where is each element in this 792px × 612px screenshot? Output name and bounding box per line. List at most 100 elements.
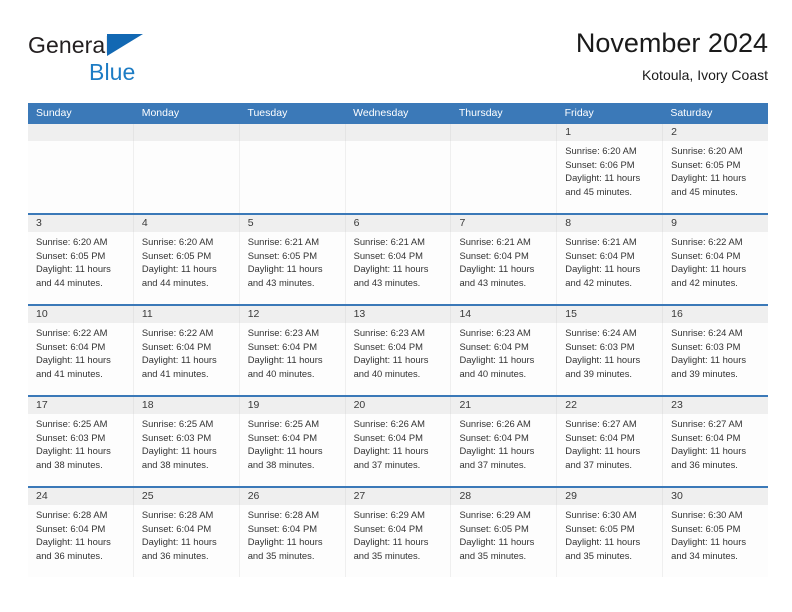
day-detail-line: Sunrise: 6:29 AM [459, 509, 531, 520]
day-number-empty [450, 124, 556, 141]
day-cell[interactable]: Sunrise: 6:20 AM Sunset: 6:06 PM Daylight:… [556, 141, 662, 213]
day-number[interactable]: 25 [132, 488, 239, 505]
day-detail-line: and 42 minutes. [565, 276, 633, 288]
day-detail-line: Sunrise: 6:27 AM [565, 418, 637, 429]
day-cell[interactable]: Sunrise: 6:20 AM Sunset: 6:05 PM Daylight:… [132, 232, 239, 304]
day-number[interactable]: 16 [662, 306, 768, 323]
page-header: General Blue November 2024 Kotoula, Ivor… [28, 26, 768, 98]
day-detail-line: Daylight: 11 hours [353, 263, 429, 275]
day-cell[interactable]: Sunrise: 6:22 AM Sunset: 6:04 PM Daylight:… [28, 323, 133, 395]
day-cell[interactable]: Sunrise: 6:28 AM Sunset: 6:04 PM Daylight:… [28, 505, 133, 577]
day-detail-line: and 43 minutes. [353, 276, 421, 288]
day-cell-empty [238, 141, 345, 213]
day-number[interactable]: 1 [556, 124, 662, 141]
day-number[interactable]: 22 [556, 397, 662, 414]
day-cell[interactable]: Sunrise: 6:21 AM Sunset: 6:04 PM Daylight:… [450, 232, 556, 304]
day-cell[interactable]: Sunrise: 6:24 AM Sunset: 6:03 PM Daylight:… [556, 323, 662, 395]
day-cell[interactable]: Sunrise: 6:23 AM Sunset: 6:04 PM Daylight:… [344, 323, 451, 395]
day-detail-line: and 44 minutes. [141, 276, 209, 288]
day-detail-line: and 41 minutes. [36, 367, 103, 379]
day-cell[interactable]: Sunrise: 6:29 AM Sunset: 6:04 PM Daylight:… [344, 505, 451, 577]
day-cell[interactable]: Sunrise: 6:25 AM Sunset: 6:03 PM Daylight:… [132, 414, 239, 486]
day-detail-line: Sunset: 6:04 PM [36, 522, 106, 534]
day-cell[interactable]: Sunrise: 6:22 AM Sunset: 6:04 PM Daylight:… [662, 232, 768, 304]
day-number[interactable]: 26 [238, 488, 345, 505]
day-number[interactable]: 13 [344, 306, 451, 323]
day-number[interactable]: 8 [556, 215, 662, 232]
day-cell[interactable]: Sunrise: 6:22 AM Sunset: 6:04 PM Daylight:… [132, 323, 239, 395]
day-detail-line: Sunrise: 6:25 AM [141, 418, 214, 429]
day-detail-line: Sunrise: 6:24 AM [671, 327, 743, 338]
day-detail-line: Sunrise: 6:23 AM [247, 327, 320, 338]
day-detail-line: Sunset: 6:04 PM [565, 431, 635, 443]
day-number[interactable]: 18 [132, 397, 239, 414]
day-number[interactable]: 14 [450, 306, 556, 323]
day-number[interactable]: 28 [450, 488, 556, 505]
day-detail-line: Sunrise: 6:22 AM [671, 236, 743, 247]
day-number[interactable]: 5 [238, 215, 345, 232]
day-number[interactable]: 9 [662, 215, 768, 232]
day-number[interactable]: 10 [28, 306, 133, 323]
day-number[interactable]: 12 [238, 306, 345, 323]
day-detail-line: Sunset: 6:04 PM [459, 249, 529, 261]
day-number[interactable]: 11 [132, 306, 239, 323]
day-cell[interactable]: Sunrise: 6:21 AM Sunset: 6:04 PM Daylight:… [344, 232, 451, 304]
day-detail-line: Sunrise: 6:23 AM [353, 327, 425, 338]
day-cell[interactable]: Sunrise: 6:30 AM Sunset: 6:05 PM Daylight:… [556, 505, 662, 577]
day-detail-line: Daylight: 11 hours [247, 445, 323, 457]
day-number[interactable]: 23 [662, 397, 768, 414]
day-detail-line: and 40 minutes. [247, 367, 315, 379]
dow-friday: Friday [564, 107, 594, 119]
day-cell[interactable]: Sunrise: 6:30 AM Sunset: 6:05 PM Daylight:… [662, 505, 768, 577]
day-number[interactable]: 17 [28, 397, 133, 414]
day-number[interactable]: 6 [344, 215, 451, 232]
day-cell-empty [450, 141, 556, 213]
day-detail-line: Sunset: 6:05 PM [671, 158, 741, 170]
brand-logo[interactable]: General Blue [28, 32, 228, 94]
day-cell[interactable]: Sunrise: 6:25 AM Sunset: 6:04 PM Daylight:… [238, 414, 345, 486]
day-detail-line: and 40 minutes. [353, 367, 421, 379]
dow-monday: Monday [141, 107, 180, 119]
day-detail-line: Sunset: 6:04 PM [247, 431, 318, 443]
day-detail-line: and 45 minutes. [671, 185, 738, 197]
day-number[interactable]: 7 [450, 215, 556, 232]
day-detail-line: Sunset: 6:05 PM [36, 249, 106, 261]
day-detail-line: and 34 minutes. [671, 549, 738, 561]
day-cell[interactable]: Sunrise: 6:29 AM Sunset: 6:05 PM Daylight:… [450, 505, 556, 577]
day-detail-line: Sunrise: 6:22 AM [141, 327, 214, 338]
day-cell[interactable]: Sunrise: 6:26 AM Sunset: 6:04 PM Daylight:… [450, 414, 556, 486]
day-detail-line: Sunset: 6:03 PM [565, 340, 635, 352]
day-cell[interactable]: Sunrise: 6:27 AM Sunset: 6:04 PM Daylight:… [662, 414, 768, 486]
day-number[interactable]: 4 [132, 215, 239, 232]
day-detail-line: Sunrise: 6:28 AM [247, 509, 320, 520]
day-number[interactable]: 2 [662, 124, 768, 141]
day-number[interactable]: 29 [556, 488, 662, 505]
day-cell[interactable]: Sunrise: 6:21 AM Sunset: 6:05 PM Daylight:… [238, 232, 345, 304]
day-detail-line: Daylight: 11 hours [671, 263, 747, 275]
day-number[interactable]: 19 [238, 397, 345, 414]
day-cell[interactable]: Sunrise: 6:28 AM Sunset: 6:04 PM Daylight:… [238, 505, 345, 577]
day-cell[interactable]: Sunrise: 6:27 AM Sunset: 6:04 PM Daylight:… [556, 414, 662, 486]
day-number[interactable]: 27 [344, 488, 451, 505]
day-detail-line: and 37 minutes. [353, 458, 421, 470]
day-number[interactable]: 20 [344, 397, 451, 414]
day-detail-line: Sunset: 6:04 PM [247, 522, 318, 534]
day-detail-line: Daylight: 11 hours [565, 536, 641, 548]
day-cell[interactable]: Sunrise: 6:24 AM Sunset: 6:03 PM Daylight:… [662, 323, 768, 395]
day-cell[interactable]: Sunrise: 6:25 AM Sunset: 6:03 PM Daylight:… [28, 414, 133, 486]
day-cell[interactable]: Sunrise: 6:20 AM Sunset: 6:05 PM Daylight:… [662, 141, 768, 213]
day-cell[interactable]: Sunrise: 6:23 AM Sunset: 6:04 PM Daylight:… [450, 323, 556, 395]
day-number[interactable]: 15 [556, 306, 662, 323]
day-cell[interactable]: Sunrise: 6:28 AM Sunset: 6:04 PM Daylight:… [132, 505, 239, 577]
week-date-numbers: 10 11 12 13 14 15 16 [28, 306, 768, 323]
day-number[interactable]: 30 [662, 488, 768, 505]
day-number[interactable]: 21 [450, 397, 556, 414]
day-number[interactable]: 3 [28, 215, 133, 232]
day-cell[interactable]: Sunrise: 6:26 AM Sunset: 6:04 PM Daylight:… [344, 414, 451, 486]
day-cell[interactable]: Sunrise: 6:21 AM Sunset: 6:04 PM Daylight:… [556, 232, 662, 304]
day-number[interactable]: 24 [28, 488, 133, 505]
day-cell[interactable]: Sunrise: 6:20 AM Sunset: 6:05 PM Daylight:… [28, 232, 133, 304]
day-detail-line: Daylight: 11 hours [141, 445, 217, 457]
day-detail-line: Daylight: 11 hours [565, 445, 641, 457]
day-cell[interactable]: Sunrise: 6:23 AM Sunset: 6:04 PM Daylight:… [238, 323, 345, 395]
